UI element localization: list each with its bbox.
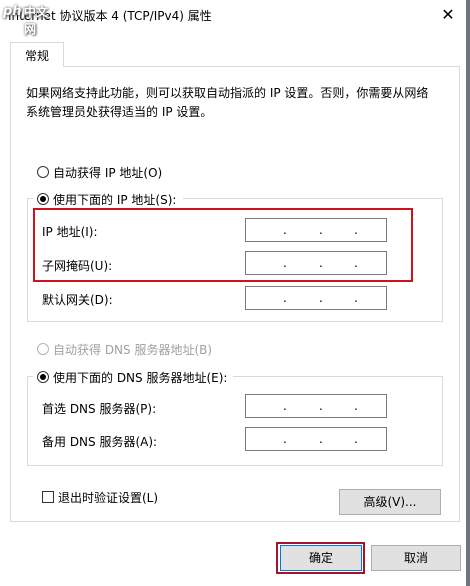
radio-auto-ip-label[interactable]: 自动获得 IP 地址(O) — [53, 164, 162, 181]
description-text: 如果网络支持此功能，则可以获取自动指派的 IP 设置。否则，你需要从网络系统管理… — [26, 86, 429, 119]
alternate-dns-input[interactable]: ... — [245, 427, 387, 451]
cancel-button[interactable]: 取消 — [371, 545, 461, 571]
radio-auto-ip[interactable] — [37, 166, 49, 178]
radio-auto-dns-label: 自动获得 DNS 服务器地址(B) — [53, 343, 213, 357]
subnet-mask-label: 子网掩码(U): — [42, 259, 113, 273]
alternate-dns-label: 备用 DNS 服务器(A): — [42, 435, 158, 449]
ok-button[interactable]: 确定 — [280, 545, 362, 571]
tab-general[interactable]: 常规 — [10, 42, 64, 67]
radio-auto-dns — [37, 343, 49, 355]
preferred-dns-label: 首选 DNS 服务器(P): — [42, 402, 157, 416]
dns-settings-group — [27, 376, 443, 466]
tab-general-label: 常规 — [24, 49, 49, 63]
ip-address-input[interactable]: ... — [245, 218, 387, 242]
preferred-dns-input[interactable]: ... — [245, 394, 387, 418]
logo-cn-text: 中文网 — [24, 5, 49, 36]
default-gateway-label: 默认网关(D): — [42, 293, 113, 307]
radio-manual-ip-label[interactable]: 使用下面的 IP 地址(S): — [53, 191, 176, 208]
site-logo: php 中文网 — [0, 0, 58, 36]
advanced-button[interactable]: 高级(V)... — [339, 489, 441, 515]
radio-manual-dns-label[interactable]: 使用下面的 DNS 服务器地址(E): — [53, 369, 227, 386]
background-window-edge — [466, 0, 470, 586]
subnet-mask-input[interactable]: ... — [245, 251, 387, 275]
close-icon[interactable]: ✕ — [436, 3, 460, 27]
validate-on-exit-checkbox[interactable] — [42, 491, 54, 503]
default-gateway-input[interactable]: ... — [245, 286, 387, 310]
radio-manual-ip[interactable] — [37, 193, 49, 205]
validate-on-exit-label[interactable]: 退出时验证设置(L) — [58, 489, 158, 506]
ip-address-label: IP 地址(I): — [42, 225, 98, 239]
radio-manual-dns[interactable] — [37, 371, 49, 383]
title-bar: Internet 协议版本 4 (TCP/IPv4) 属性 ✕ — [0, 0, 470, 30]
